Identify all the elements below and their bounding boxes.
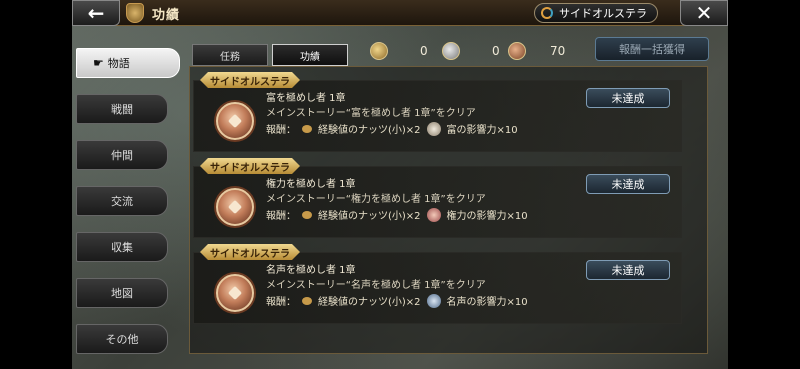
reward-label: 報酬： (266, 297, 296, 308)
close-icon: ✕ (695, 1, 713, 25)
achievement-card: サイドオルステラ 名声を極めし者 1章 メインストーリー“名声を極めし者 1章”… (193, 252, 682, 324)
fame-influence-icon (426, 293, 441, 308)
achievement-rewards: 報酬： 経験値のナッツ(小)×2 名声の影響力×10 (266, 293, 528, 308)
reward-item: 権力の影響力×10 (446, 211, 528, 222)
bronze-medal-icon (216, 188, 254, 226)
pointing-hand-icon: ☛ (93, 56, 104, 70)
nut-icon (302, 296, 312, 305)
silver-medal-icon (442, 42, 460, 60)
bronze-medal-count: 70 (508, 40, 565, 62)
nav-item-companions[interactable]: 仲間 (76, 140, 168, 170)
nav-item-collection[interactable]: 収集 (76, 232, 168, 262)
tab-label: 功績 (300, 51, 320, 63)
reward-item: 経験値のナッツ(小)×2 (318, 297, 421, 308)
reward-item: 名声の影響力×10 (446, 297, 528, 308)
gold-medal-icon (370, 42, 388, 60)
achievement-card: サイドオルステラ 権力を極めし者 1章 メインストーリー“権力を極めし者 1章”… (193, 166, 682, 238)
reward-item: 経験値のナッツ(小)×2 (318, 211, 421, 222)
gold-medal-count: 0 (370, 40, 428, 62)
back-arrow-icon: ← (87, 1, 105, 25)
reward-label: 報酬： (266, 125, 296, 136)
claim-all-rewards-button[interactable]: 報酬一括獲得 (595, 37, 709, 61)
nav-item-label: 物語 (107, 57, 130, 70)
tab-achievements[interactable]: 功績 (272, 44, 348, 66)
power-influence-icon (426, 207, 441, 222)
nav-item-story[interactable]: ☛ 物語 (76, 48, 180, 78)
side-orsterra-label: サイドオルステラ (559, 7, 647, 20)
page-title: 功績 (152, 8, 181, 23)
achievement-description: メインストーリー“名声を極めし者 1章”をクリア (266, 280, 486, 291)
nav-item-interaction[interactable]: 交流 (76, 186, 168, 216)
status-button[interactable]: 未達成 (586, 260, 670, 280)
achievement-name: 権力を極めし者 1章 (266, 179, 356, 190)
silver-medal-count: 0 (442, 40, 500, 62)
reward-label: 報酬： (266, 211, 296, 222)
close-button[interactable]: ✕ (680, 0, 728, 26)
category-ribbon: サイドオルステラ (200, 244, 300, 260)
bronze-medal-icon (216, 274, 254, 312)
tab-label: 任務 (220, 51, 240, 63)
nav-item-label: 交流 (111, 195, 133, 208)
nav-item-label: 戦闘 (111, 103, 133, 116)
nav-item-label: 地図 (111, 287, 133, 300)
nav-item-label: 収集 (111, 241, 133, 254)
category-nav: ☛ 物語 戦闘 仲間 交流 収集 地図 その他 (76, 48, 180, 369)
nav-item-label: 仲間 (111, 149, 133, 162)
nut-icon (302, 124, 312, 133)
left-letterbox (0, 0, 72, 369)
achievement-name: 名声を極めし者 1章 (266, 265, 356, 276)
category-ribbon: サイドオルステラ (200, 158, 300, 174)
gold-medal-value: 0 (420, 44, 428, 58)
top-bar: ← 功績 サイドオルステラ ✕ (72, 0, 728, 26)
category-ribbon: サイドオルステラ (200, 72, 300, 88)
achievement-rewards: 報酬： 経験値のナッツ(小)×2 富の影響力×10 (266, 121, 518, 136)
reward-item: 経験値のナッツ(小)×2 (318, 125, 421, 136)
silver-medal-value: 0 (492, 44, 500, 58)
achievement-emblem-icon (126, 3, 144, 23)
back-button[interactable]: ← (72, 0, 120, 26)
achievement-card: サイドオルステラ 富を極めし者 1章 メインストーリー“富を極めし者 1章”をク… (193, 80, 682, 152)
achievement-name: 富を極めし者 1章 (266, 93, 346, 104)
nav-item-map[interactable]: 地図 (76, 278, 168, 308)
nut-icon (302, 210, 312, 219)
achievement-description: メインストーリー“富を極めし者 1章”をクリア (266, 108, 476, 119)
side-orsterra-icon (541, 7, 553, 19)
status-button[interactable]: 未達成 (586, 174, 670, 194)
reward-item: 富の影響力×10 (446, 125, 518, 136)
achievement-description: メインストーリー“権力を極めし者 1章”をクリア (266, 194, 486, 205)
nav-item-battle[interactable]: 戦闘 (76, 94, 168, 124)
wealth-influence-icon (426, 121, 441, 136)
bronze-medal-icon (508, 42, 526, 60)
bronze-medal-icon (216, 102, 254, 140)
status-button[interactable]: 未達成 (586, 88, 670, 108)
nav-item-other[interactable]: その他 (76, 324, 168, 354)
tab-missions[interactable]: 任務 (192, 44, 268, 66)
bronze-medal-value: 70 (550, 44, 566, 58)
nav-item-label: その他 (105, 333, 139, 346)
side-orsterra-button[interactable]: サイドオルステラ (534, 3, 658, 23)
achievement-rewards: 報酬： 経験値のナッツ(小)×2 権力の影響力×10 (266, 207, 528, 222)
right-letterbox (728, 0, 800, 369)
